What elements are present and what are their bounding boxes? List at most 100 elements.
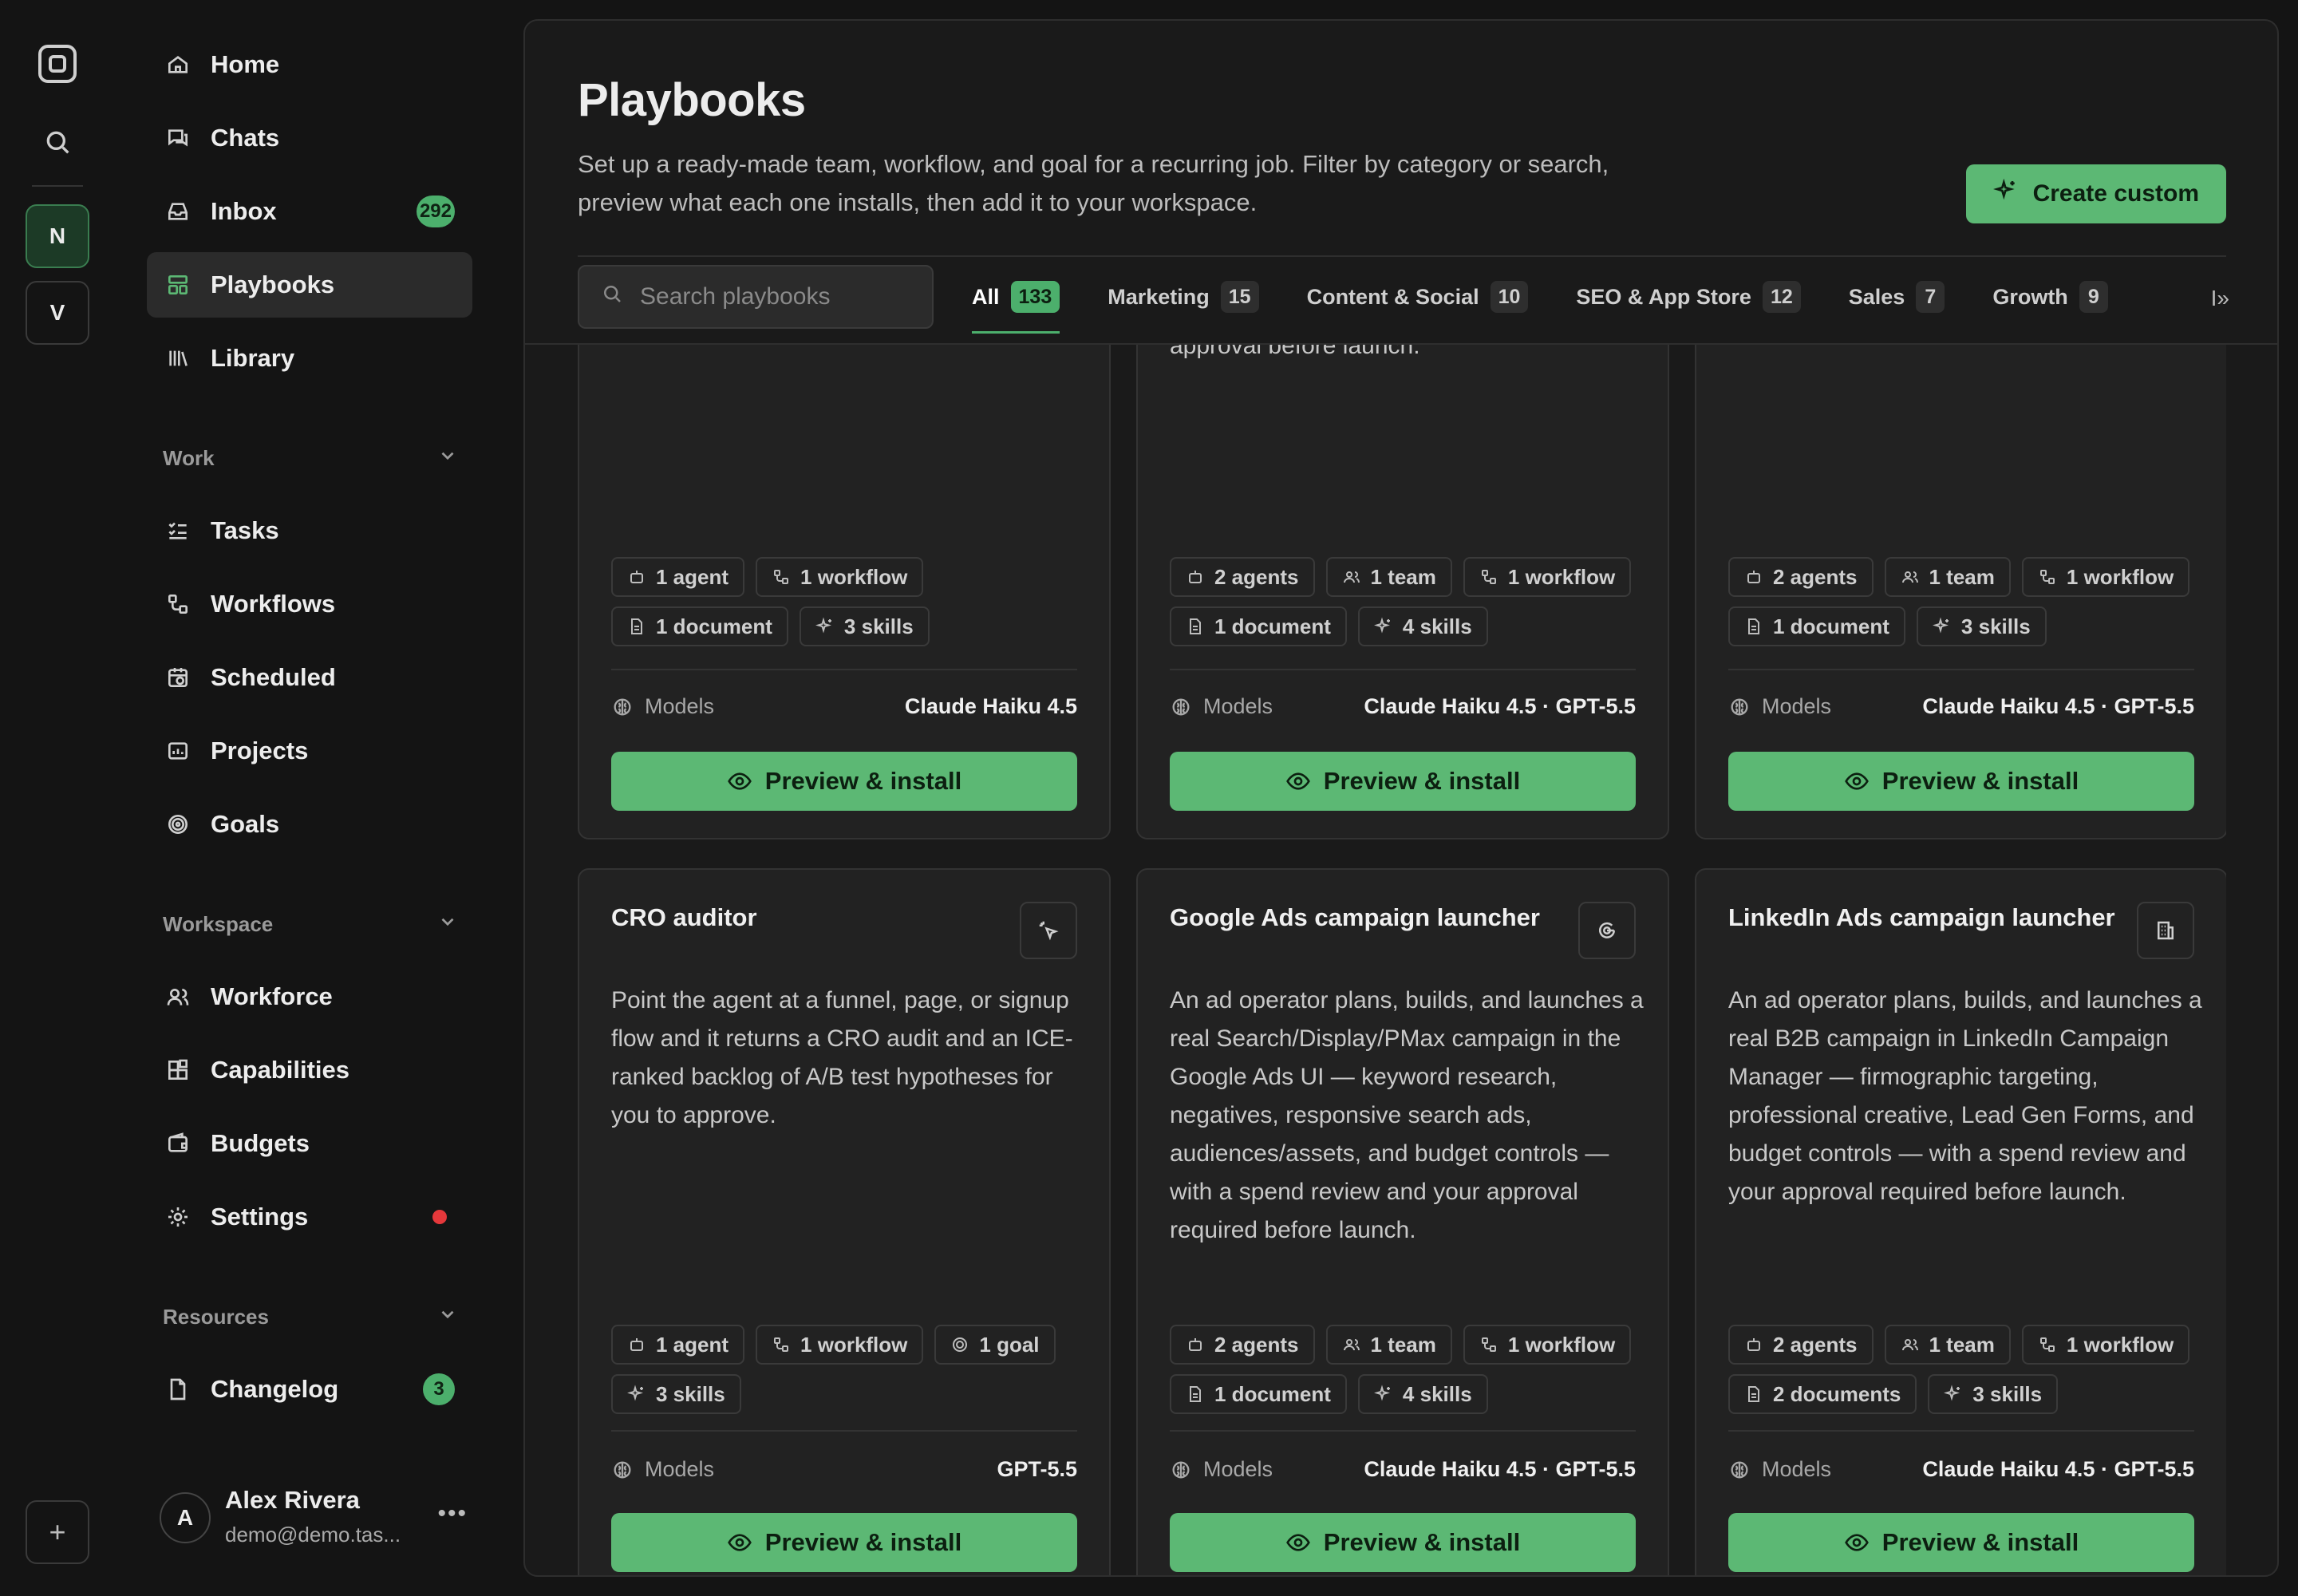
search-icon[interactable]	[41, 126, 73, 158]
models-value: Claude Haiku 4.5 · GPT-5.5	[1922, 694, 2194, 718]
models-label: Models	[611, 1457, 714, 1482]
user-profile[interactable]: A Alex Rivera demo@demo.tas... •••	[160, 1484, 479, 1564]
preview-install-button[interactable]: Preview & install	[1728, 752, 2194, 811]
changelog-count-badge: 3	[423, 1373, 455, 1405]
models-value: GPT-5.5	[997, 1457, 1077, 1481]
file-icon	[164, 1376, 192, 1403]
wallet-icon	[164, 1130, 192, 1157]
workflow-icon	[1479, 1335, 1498, 1354]
preview-install-button[interactable]: Preview & install	[611, 752, 1077, 811]
tab-all[interactable]: All 133	[972, 265, 1060, 334]
resource-chip: 1 document	[1170, 1374, 1347, 1414]
card-chips: 1 agent 1 workflow 1 document 3 skills	[611, 557, 1090, 646]
sidebar-item-label: Budgets	[211, 1129, 310, 1157]
resource-chip: 1 workflow	[756, 1325, 924, 1365]
sidebar-item-goals[interactable]: Goals	[147, 792, 472, 857]
models-label: Models	[611, 694, 714, 719]
preview-install-button[interactable]: Preview & install	[1170, 1513, 1636, 1572]
agent-icon	[627, 1335, 646, 1354]
scroll-tabs-right-icon[interactable]: I»	[2211, 286, 2229, 311]
document-icon	[627, 617, 646, 636]
chip-label: 1 team	[1929, 564, 1995, 589]
section-resources-toggle[interactable]: Resources	[163, 1304, 458, 1330]
sidebar-item-capabilities[interactable]: Capabilities	[147, 1037, 472, 1103]
workspace-rail: N V +	[0, 0, 113, 1596]
playbook-grid: variants, and lays out a channel and ad-…	[578, 345, 2226, 1575]
preview-install-label: Preview & install	[764, 767, 962, 795]
resource-chip: 1 workflow	[2021, 1325, 2190, 1365]
search-input[interactable]: Search playbooks	[578, 265, 934, 329]
sidebar-item-changelog[interactable]: Changelog 3	[147, 1357, 472, 1422]
section-work-toggle[interactable]: Work	[163, 445, 458, 472]
search-icon	[600, 282, 624, 312]
chip-label: 1 workflow	[1507, 564, 1616, 589]
sidebar-item-workflows[interactable]: Workflows	[147, 571, 472, 637]
sidebar-item-label: Scheduled	[211, 663, 336, 691]
sidebar-item-workforce[interactable]: Workforce	[147, 964, 472, 1029]
card-divider	[611, 1430, 1077, 1432]
sidebar-item-label: Capabilities	[211, 1056, 349, 1084]
building-icon[interactable]	[2137, 902, 2194, 959]
workflow-icon	[1479, 567, 1498, 587]
sidebar-item-settings[interactable]: Settings	[147, 1184, 472, 1250]
sidebar-item-projects[interactable]: Projects	[147, 718, 472, 784]
sidebar-item-playbooks[interactable]: Playbooks	[147, 252, 472, 318]
sparkles-icon	[1992, 178, 2019, 210]
workflow-icon	[772, 567, 791, 587]
cursor-click-icon[interactable]	[1020, 902, 1077, 959]
preview-install-button[interactable]: Preview & install	[611, 1513, 1077, 1572]
google-icon[interactable]	[1578, 902, 1636, 959]
resource-chip: 4 skills	[1357, 606, 1488, 646]
workspace-switch-v[interactable]: V	[26, 281, 89, 345]
create-custom-button[interactable]: Create custom	[1965, 164, 2226, 223]
chip-label: 3 skills	[1972, 1381, 2043, 1406]
preview-install-label: Preview & install	[764, 1528, 962, 1556]
app-logo-icon[interactable]	[38, 45, 77, 83]
chip-label: 1 document	[1214, 1381, 1331, 1406]
sidebar-item-tasks[interactable]: Tasks	[147, 498, 472, 563]
sidebar-item-budgets[interactable]: Budgets	[147, 1111, 472, 1176]
sidebar-item-chats[interactable]: Chats	[147, 105, 472, 171]
chip-label: 1 workflow	[800, 1332, 908, 1357]
tab-seo-app-store[interactable]: SEO & App Store 12	[1576, 265, 1801, 329]
sidebar-item-label: Workflows	[211, 590, 336, 618]
user-name: Alex Rivera	[225, 1486, 360, 1514]
sidebar-item-label: Workforce	[211, 982, 333, 1010]
document-icon	[1186, 1385, 1205, 1404]
avatar: A	[160, 1492, 211, 1543]
playbook-card: variants, and lays out a channel and ad-…	[578, 345, 1111, 839]
card-models-row: Models GPT-5.5	[611, 1457, 1077, 1482]
more-options-icon[interactable]: •••	[437, 1500, 468, 1527]
brain-icon	[1728, 696, 1751, 718]
add-workspace-button[interactable]: +	[26, 1500, 89, 1564]
sidebar: Home Chats Inbox 292 Playbooks Library W…	[147, 0, 472, 1596]
card-models-row: Models Claude Haiku 4.5 · GPT-5.5	[1728, 1457, 2194, 1482]
models-label: Models	[1170, 1457, 1273, 1482]
users-icon	[164, 983, 192, 1010]
resource-chip: 4 skills	[1357, 1374, 1488, 1414]
tab-content-social[interactable]: Content & Social 10	[1307, 265, 1529, 329]
sidebar-item-scheduled[interactable]: Scheduled	[147, 645, 472, 710]
card-description: variants, and lays out a channel and ad-…	[611, 345, 1090, 348]
resource-chip: 1 goal	[934, 1325, 1056, 1365]
card-divider	[611, 669, 1077, 670]
sidebar-item-library[interactable]: Library	[147, 326, 472, 391]
sidebar-item-home[interactable]: Home	[147, 32, 472, 97]
skill-icon	[627, 1385, 646, 1404]
preview-install-button[interactable]: Preview & install	[1170, 752, 1636, 811]
tab-label: Sales	[1848, 284, 1905, 309]
sidebar-item-inbox[interactable]: Inbox 292	[147, 179, 472, 244]
chip-label: 2 agents	[1773, 1332, 1858, 1357]
card-chips: 2 agents 1 team 1 workflow 1 document 4 skil…	[1170, 557, 1648, 646]
tab-growth[interactable]: Growth 9	[1992, 265, 2108, 329]
resource-chip: 1 agent	[611, 557, 745, 597]
card-chips: 2 agents 1 team 1 workflow 1 document 4 skil…	[1170, 1325, 1648, 1414]
tab-marketing[interactable]: Marketing 15	[1108, 265, 1259, 329]
team-icon	[1342, 567, 1361, 587]
section-workspace-toggle[interactable]: Workspace	[163, 911, 458, 938]
preview-install-button[interactable]: Preview & install	[1728, 1513, 2194, 1572]
home-icon	[164, 51, 192, 78]
workspace-switch-n[interactable]: N	[26, 204, 89, 268]
tab-label: Marketing	[1108, 284, 1210, 309]
tab-sales[interactable]: Sales 7	[1849, 265, 1945, 329]
